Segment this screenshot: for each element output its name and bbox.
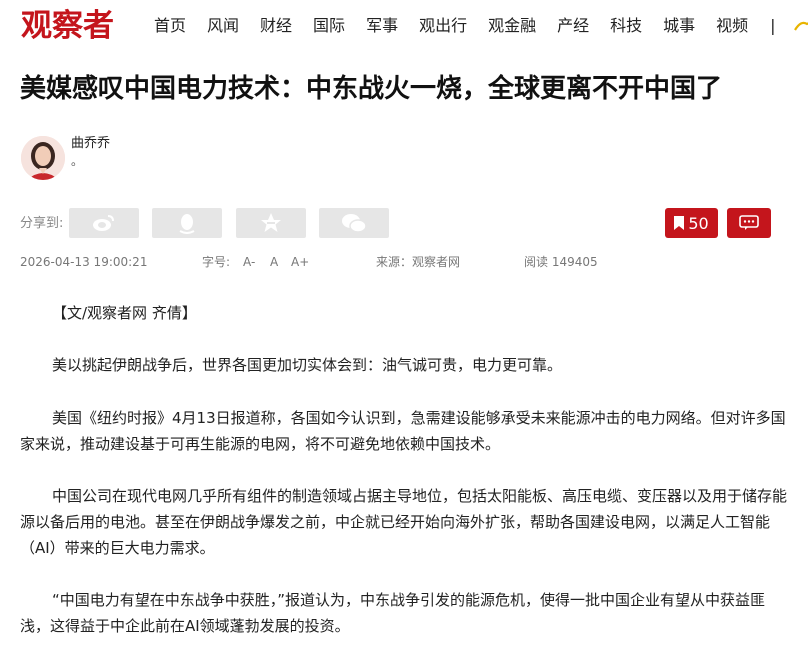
article-title: 美媒感叹中国电力技术：中东战火一烧，全球更离不开中国了 <box>20 74 723 104</box>
nav-item-home[interactable]: 首页 <box>154 15 186 37</box>
nav-separator: | <box>770 16 776 35</box>
publish-datetime: 2026-04-13 19:00:21 <box>20 255 148 269</box>
share-weibo-button[interactable] <box>69 208 139 238</box>
weibo-icon <box>93 215 114 231</box>
user-icon[interactable] <box>793 18 808 34</box>
wechat-icon <box>342 214 367 233</box>
article-paragraph: “中国电力有望在中东战争中获胜，”报道认为，中东战争引发的能源危机，使得一批中国… <box>20 591 766 635</box>
site-logo[interactable]: 观察者 <box>21 6 114 46</box>
nav-item-tech[interactable]: 科技 <box>610 15 642 37</box>
font-normal-button[interactable]: A <box>270 254 278 270</box>
share-qq-button[interactable] <box>152 208 222 238</box>
qq-icon <box>179 214 195 234</box>
nav-item-fengwen[interactable]: 风闻 <box>207 15 239 37</box>
article-paragraph: 中国公司在现代电网几乎所有组件的制造领域占据主导地位，包括太阳能板、高压电缆、变… <box>20 487 788 557</box>
share-wechat-button[interactable] <box>319 208 389 238</box>
article-source: 来源：观察者网 <box>376 255 461 269</box>
comment-icon <box>739 215 759 230</box>
favorite-button[interactable]: 50 <box>665 208 718 238</box>
bookmark-icon <box>674 216 685 230</box>
nav-item-military[interactable]: 军事 <box>366 15 398 37</box>
comment-button[interactable] <box>727 208 771 238</box>
font-small-button[interactable]: A- <box>243 254 255 270</box>
article-byline: 【文/观察者网 齐倩】 <box>52 304 197 322</box>
nav-item-industry[interactable]: 产经 <box>557 15 589 37</box>
nav-item-gjr[interactable]: 观金融 <box>488 15 536 37</box>
read-count: 阅读 149405 <box>524 255 598 269</box>
author-avatar[interactable] <box>21 136 65 180</box>
nav-item-international[interactable]: 国际 <box>313 15 345 37</box>
author-name[interactable]: 曲乔乔 <box>71 135 110 153</box>
share-qzone-button[interactable] <box>236 208 306 238</box>
share-label: 分享到: <box>20 216 64 231</box>
article-paragraph: 美国《纽约时报》4月13日报道称，各国如今认识到，急需建设能够承受未来能源冲击的… <box>20 409 786 453</box>
nav-item-city[interactable]: 城事 <box>663 15 695 37</box>
font-large-button[interactable]: A+ <box>291 254 309 270</box>
article-paragraph: 美以挑起伊朗战争后，世界各国更加切实体会到：油气诚可贵，电力更可靠。 <box>52 356 563 374</box>
font-size-label: 字号: <box>202 255 231 269</box>
qzone-icon <box>261 213 281 232</box>
favorite-count: 50 <box>688 213 709 233</box>
nav-item-finance[interactable]: 财经 <box>260 15 292 37</box>
nav-item-travel[interactable]: 观出行 <box>419 15 467 37</box>
main-nav: 首页 风闻 财经 国际 军事 观出行 观金融 产经 科技 城事 视频 | <box>154 15 776 37</box>
author-bio: 。 <box>71 154 84 168</box>
nav-item-video[interactable]: 视频 <box>716 15 748 37</box>
